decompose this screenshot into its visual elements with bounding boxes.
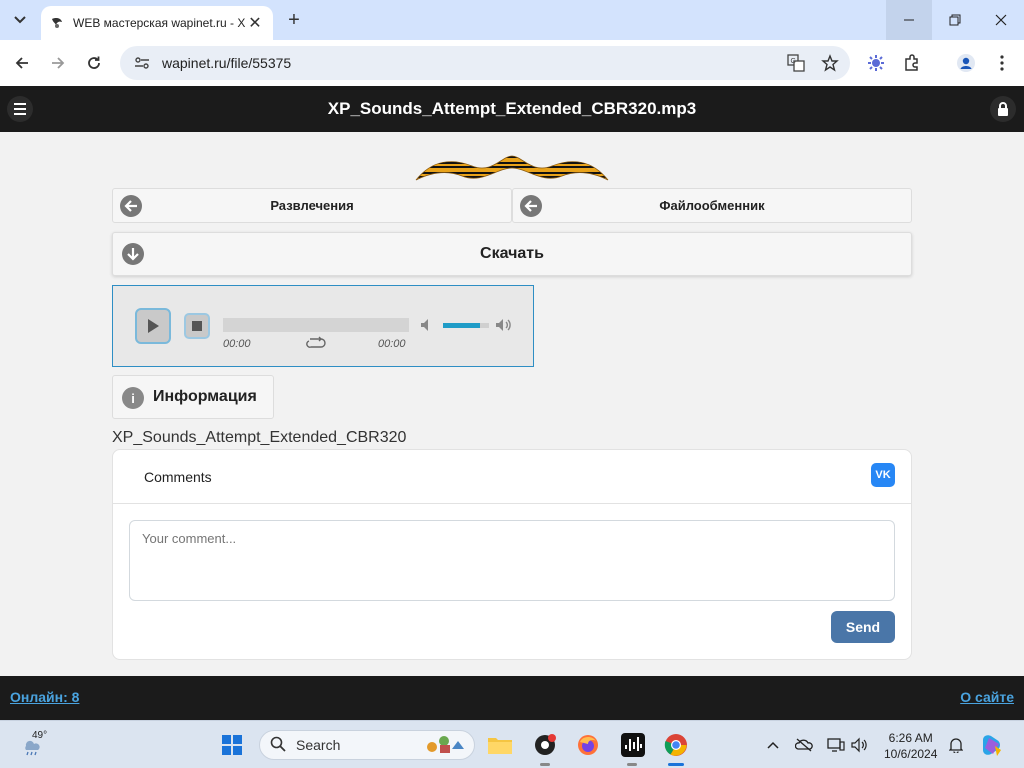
- search-label: Search: [296, 737, 341, 753]
- running-indicator: [540, 763, 550, 766]
- download-button[interactable]: Скачать: [112, 232, 912, 276]
- copilot-icon[interactable]: [976, 729, 1008, 761]
- system-clock[interactable]: 6:26 AM 10/6/2024: [884, 730, 937, 762]
- browser-tabstrip: WEB мастерская wapinet.ru - X ✕ +: [0, 0, 1024, 40]
- maximize-icon[interactable]: [932, 0, 978, 40]
- arrow-left-icon: [120, 195, 142, 217]
- tab-info[interactable]: i Информация: [112, 375, 274, 419]
- new-tab-button[interactable]: +: [282, 8, 306, 32]
- comments-header: Comments VK: [113, 450, 911, 504]
- nav-entertainment-button[interactable]: Развлечения: [112, 188, 512, 223]
- weather-temp: 49°: [32, 730, 48, 741]
- mute-icon[interactable]: [419, 317, 435, 333]
- nav-entertainment-label: Развлечения: [270, 198, 354, 213]
- comments-widget: Comments VK Send: [112, 449, 912, 660]
- page-title: XP_Sounds_Attempt_Extended_CBR320.mp3: [327, 99, 697, 118]
- site-info-icon[interactable]: [132, 53, 152, 73]
- star-icon[interactable]: [816, 49, 844, 77]
- running-indicator: [627, 763, 637, 766]
- back-icon[interactable]: [8, 49, 36, 77]
- st-george-ribbon-logo: [412, 150, 612, 186]
- info-tab-label: Информация: [153, 388, 257, 405]
- favicon-icon: [49, 15, 65, 31]
- file-explorer-icon[interactable]: [484, 729, 516, 761]
- speaker-icon[interactable]: [850, 735, 870, 755]
- profile-icon[interactable]: [952, 49, 980, 77]
- translate-icon[interactable]: G: [782, 49, 810, 77]
- audio-player: 00:00 00:00: [112, 285, 534, 367]
- close-icon[interactable]: [978, 0, 1024, 40]
- tab-close-icon[interactable]: ✕: [245, 13, 265, 33]
- about-link[interactable]: О сайте: [960, 689, 1014, 705]
- send-button[interactable]: Send: [831, 611, 895, 643]
- comment-input[interactable]: [129, 520, 895, 601]
- onedrive-icon[interactable]: [794, 735, 814, 755]
- download-label: Скачать: [480, 245, 544, 262]
- svg-text:G: G: [791, 58, 796, 65]
- volume-icon[interactable]: [495, 317, 513, 333]
- seek-bar[interactable]: [223, 318, 409, 332]
- current-time: 00:00: [223, 338, 251, 350]
- active-indicator: [668, 763, 684, 766]
- url-text[interactable]: wapinet.ru/file/55375: [162, 55, 782, 71]
- clock-time: 6:26 AM: [888, 731, 933, 745]
- nav-file-exchange-label: Файлообменник: [659, 198, 765, 213]
- comments-title: Comments: [144, 469, 212, 485]
- stop-icon[interactable]: [184, 313, 210, 339]
- info-icon: i: [122, 387, 144, 409]
- forward-icon[interactable]: [44, 49, 72, 77]
- repeat-icon[interactable]: [306, 336, 326, 350]
- windows-taskbar: 49° Search 6:26 AM 10/6/2024: [0, 720, 1024, 768]
- extension-icon[interactable]: [862, 49, 890, 77]
- site-header: XP_Sounds_Attempt_Extended_CBR320.mp3: [0, 86, 1024, 132]
- browser-tab[interactable]: WEB мастерская wapinet.ru - X ✕: [41, 6, 273, 40]
- reload-icon[interactable]: [80, 49, 108, 77]
- app-icon[interactable]: [529, 729, 561, 761]
- address-bar[interactable]: wapinet.ru/file/55375 G: [120, 46, 850, 80]
- vk-logo-icon[interactable]: VK: [871, 463, 895, 487]
- volume-level: [443, 323, 480, 328]
- audio-app-icon[interactable]: [617, 729, 649, 761]
- bell-icon[interactable]: [946, 735, 966, 755]
- download-icon: [122, 243, 144, 265]
- total-time: 00:00: [378, 338, 406, 350]
- clock-date: 10/6/2024: [884, 747, 938, 761]
- arrow-left-icon: [520, 195, 542, 217]
- lock-icon[interactable]: [990, 96, 1016, 122]
- taskbar-search[interactable]: Search: [259, 730, 475, 760]
- search-icon: [270, 736, 286, 755]
- puzzle-extension-icon[interactable]: [898, 49, 926, 77]
- display-icon[interactable]: [826, 735, 846, 755]
- nav-file-exchange-button[interactable]: Файлообменник: [512, 188, 912, 223]
- chrome-icon[interactable]: [660, 729, 692, 761]
- windows-start-icon[interactable]: [216, 729, 248, 761]
- minimize-icon[interactable]: [886, 0, 932, 40]
- browser-toolbar: wapinet.ru/file/55375 G: [0, 40, 1024, 86]
- chrome-menu-icon[interactable]: [988, 49, 1016, 77]
- firefox-icon[interactable]: [572, 729, 604, 761]
- site-footer: Онлайн: 8 О сайте: [0, 676, 1024, 720]
- search-highlight-icon: [424, 733, 466, 758]
- play-icon[interactable]: [135, 308, 171, 344]
- tab-title: WEB мастерская wapinet.ru - X: [73, 16, 245, 30]
- chevron-up-icon[interactable]: [763, 735, 783, 755]
- online-count-link[interactable]: Онлайн: 8: [10, 689, 79, 705]
- volume-slider[interactable]: [443, 323, 489, 328]
- tab-search-icon[interactable]: [6, 6, 34, 34]
- file-name: XP_Sounds_Attempt_Extended_CBR320: [112, 429, 407, 446]
